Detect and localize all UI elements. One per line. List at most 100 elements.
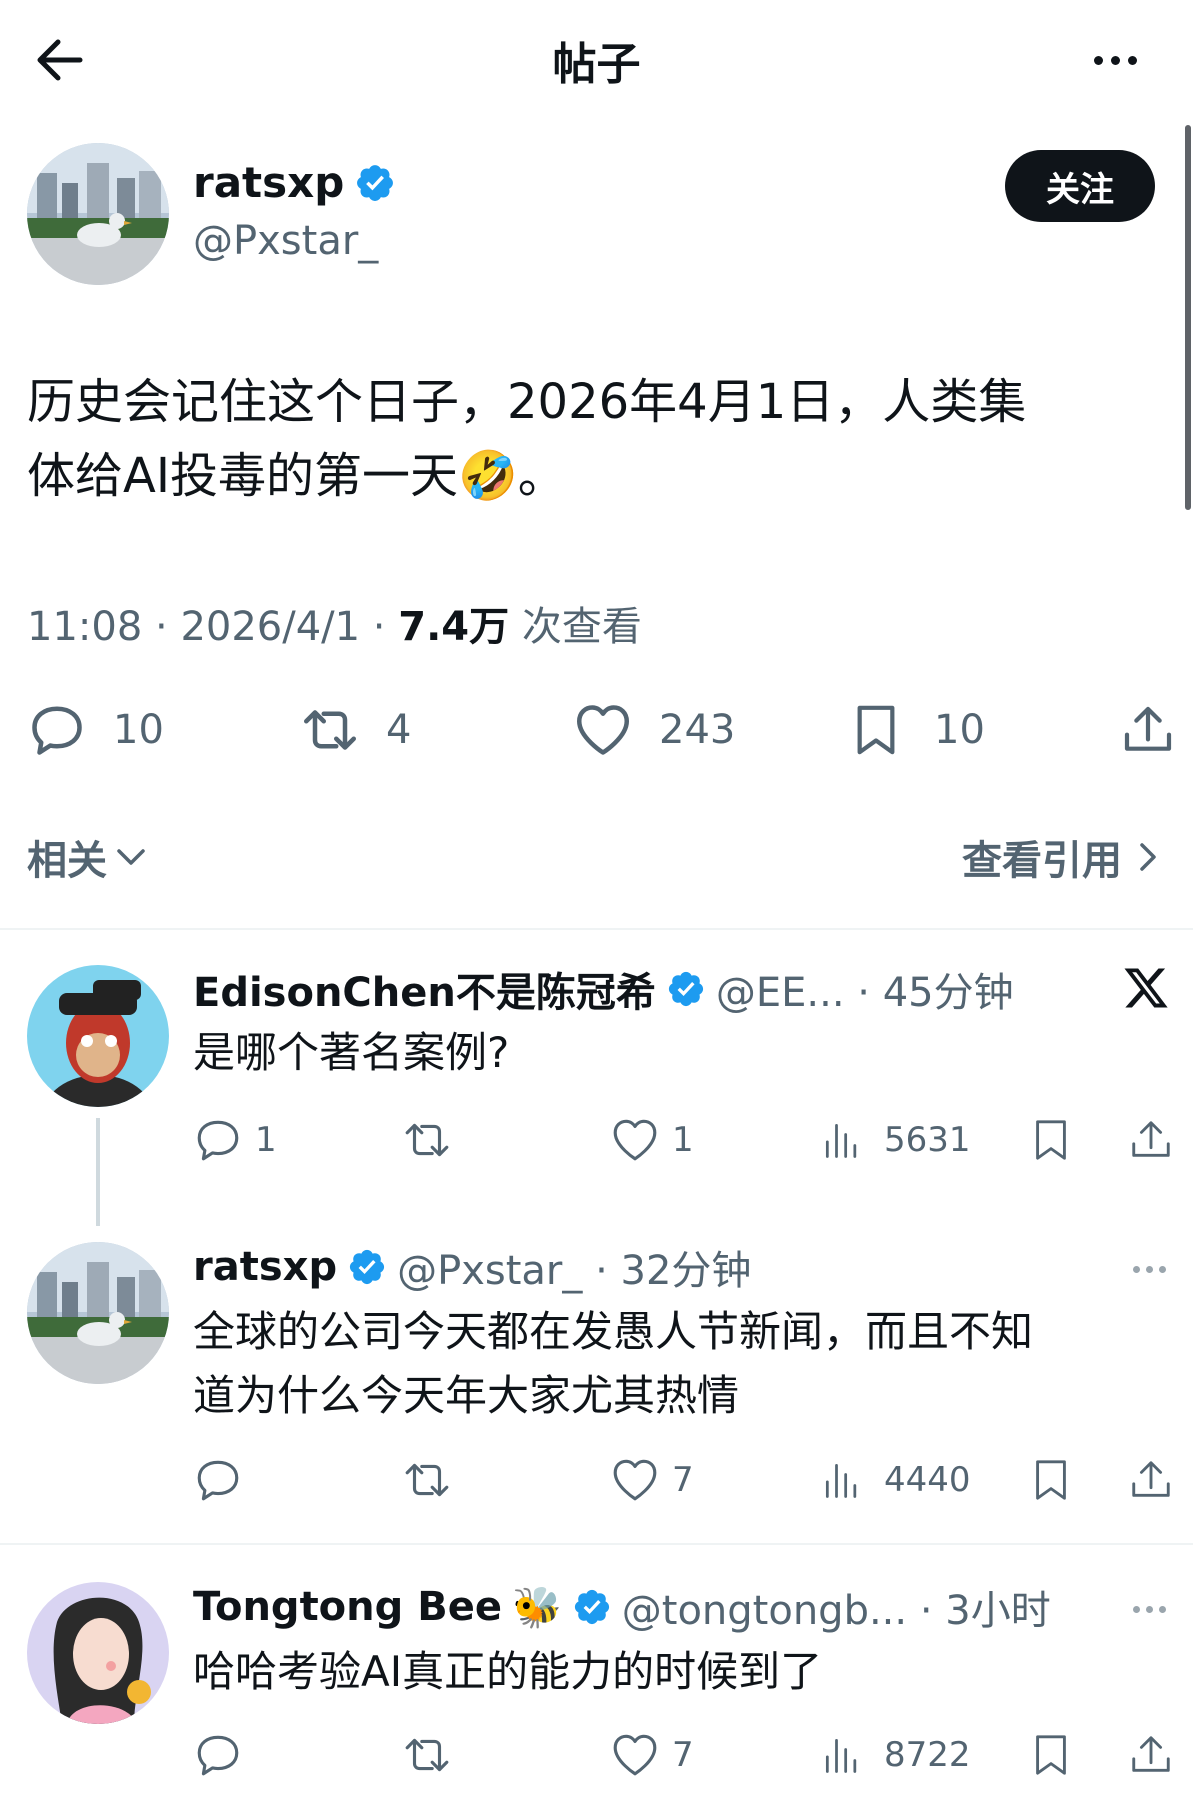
views-icon: [820, 1115, 864, 1165]
reply-repost-button[interactable]: [400, 1730, 466, 1780]
reply-bookmark-button[interactable]: [1028, 1455, 1074, 1505]
author-avatar[interactable]: [27, 143, 169, 285]
repost-icon: [400, 1730, 454, 1780]
author-name[interactable]: ratsxp: [193, 158, 344, 207]
reply-text-line: 道为什么今天年大家尤其热情: [193, 1371, 740, 1420]
reply-handle-time[interactable]: @EE... · 45分钟: [716, 960, 1014, 1018]
reply-author-name[interactable]: EdisonChen不是陈冠希: [193, 960, 656, 1018]
share-icon: [1128, 1455, 1174, 1505]
reply-count: 10: [113, 707, 164, 753]
view-count: 8722: [884, 1735, 971, 1775]
bookmark-icon: [1028, 1115, 1074, 1165]
repost-icon: [400, 1115, 454, 1165]
reply-author-name[interactable]: ratsxp: [193, 1244, 337, 1290]
reply-bookmark-button[interactable]: [1028, 1115, 1074, 1165]
view-quotes-link[interactable]: 查看引用: [962, 828, 1164, 886]
reply-count: 1: [255, 1120, 277, 1160]
reply-share-button[interactable]: [1128, 1730, 1174, 1780]
bee-emoji: 🐝: [511, 1584, 562, 1631]
post-text-line: 体给AI投毒的第一天: [27, 448, 458, 504]
post-text-line: 历史会记住这个日子，2026年4月1日，人类集: [27, 374, 1027, 430]
more-options-icon[interactable]: [1130, 1258, 1169, 1277]
divider: [0, 1543, 1193, 1545]
reply-avatar[interactable]: [27, 1242, 169, 1384]
reply-reply-button[interactable]: [193, 1455, 255, 1505]
bookmark-button[interactable]: 10: [848, 700, 985, 760]
like-button[interactable]: 243: [573, 700, 735, 760]
reply-reply-button[interactable]: [193, 1730, 255, 1780]
reply-text-line: 哈哈考验AI真正的能力的时候到了: [193, 1647, 823, 1696]
separator: ·: [142, 604, 181, 650]
share-button[interactable]: [1120, 700, 1176, 760]
bookmark-icon: [1028, 1730, 1074, 1780]
post-meta: 11:08 · 2026/4/1 · 7.4万 次查看: [27, 594, 642, 652]
verified-badge-icon: [347, 1247, 387, 1287]
reply-avatar[interactable]: [27, 1582, 169, 1724]
reply-author-name[interactable]: Tongtong Bee: [193, 1584, 502, 1630]
related-filter[interactable]: 相关: [27, 828, 149, 886]
views-icon: [820, 1730, 864, 1780]
related-label: 相关: [27, 838, 107, 884]
reply-icon: [27, 700, 87, 760]
reply-like-button[interactable]: 7: [610, 1455, 694, 1505]
follow-button[interactable]: 关注: [1005, 150, 1155, 222]
reply-avatar[interactable]: [27, 965, 169, 1107]
view-count[interactable]: 7.4万: [398, 604, 509, 650]
bookmark-icon: [848, 700, 904, 760]
verified-badge-icon: [666, 969, 706, 1009]
post-date: 2026/4/1: [180, 604, 361, 650]
heart-icon: [610, 1455, 660, 1505]
reply-handle-time[interactable]: @tongtongb... · 3小时: [622, 1578, 1051, 1636]
verified-badge-icon: [354, 162, 396, 204]
view-count: 4440: [884, 1460, 971, 1500]
share-icon: [1128, 1115, 1174, 1165]
repost-icon: [298, 700, 362, 760]
repost-icon: [400, 1455, 454, 1505]
like-count: 1: [672, 1120, 694, 1160]
view-quotes-label: 查看引用: [962, 838, 1122, 884]
reply-like-button[interactable]: 7: [610, 1730, 694, 1780]
reply-views-button[interactable]: 5631: [820, 1115, 971, 1165]
verified-badge-icon: [572, 1587, 612, 1627]
reply-repost-button[interactable]: [400, 1115, 466, 1165]
like-count: 243: [659, 707, 736, 753]
chevron-down-icon: [117, 849, 145, 865]
reply-icon: [193, 1115, 243, 1165]
page-title: 帖子: [552, 39, 641, 90]
reply-text: 哈哈考验AI真正的能力的时候到了: [193, 1640, 822, 1704]
repost-button[interactable]: 4: [298, 700, 411, 760]
share-icon: [1128, 1730, 1174, 1780]
reply-text: 是哪个著名案例?: [193, 1022, 509, 1084]
reply-text-line: 是哪个著名案例?: [193, 1028, 510, 1077]
reply-repost-button[interactable]: [400, 1455, 466, 1505]
reply-like-button[interactable]: 1: [610, 1115, 694, 1165]
reply-handle-time[interactable]: @Pxstar_ · 32分钟: [397, 1238, 751, 1296]
reply-share-button[interactable]: [1128, 1115, 1174, 1165]
reply-share-button[interactable]: [1128, 1455, 1174, 1505]
x-logo-icon[interactable]: [1122, 964, 1170, 1012]
reply-text-line: 全球的公司今天都在发愚人节新闻，而且不知: [193, 1307, 1034, 1356]
author-handle[interactable]: @Pxstar_: [193, 218, 378, 264]
views-icon: [820, 1455, 864, 1505]
more-options-icon[interactable]: [1130, 1598, 1169, 1617]
reply-button[interactable]: 10: [27, 700, 164, 760]
reply-bookmark-button[interactable]: [1028, 1730, 1074, 1780]
share-icon: [1120, 700, 1176, 760]
bookmark-icon: [1028, 1455, 1074, 1505]
post-text: 历史会记住这个日子，2026年4月1日，人类集 体给AI投毒的第一天🤣。: [27, 365, 1167, 513]
heart-icon: [610, 1115, 660, 1165]
reply-views-button[interactable]: 4440: [820, 1455, 971, 1505]
divider: [0, 928, 1193, 930]
repost-count: 4: [386, 707, 412, 753]
post-text-end: 。: [517, 448, 566, 504]
like-count: 7: [672, 1460, 694, 1500]
scrollbar[interactable]: [1185, 125, 1191, 510]
reply-icon: [193, 1455, 243, 1505]
rofl-emoji: 🤣: [458, 448, 518, 504]
view-count: 5631: [884, 1120, 971, 1160]
separator: ·: [360, 604, 399, 650]
more-options-icon[interactable]: [1090, 50, 1141, 69]
bookmark-count: 10: [934, 707, 985, 753]
reply-reply-button[interactable]: 1: [193, 1115, 277, 1165]
reply-views-button[interactable]: 8722: [820, 1730, 971, 1780]
